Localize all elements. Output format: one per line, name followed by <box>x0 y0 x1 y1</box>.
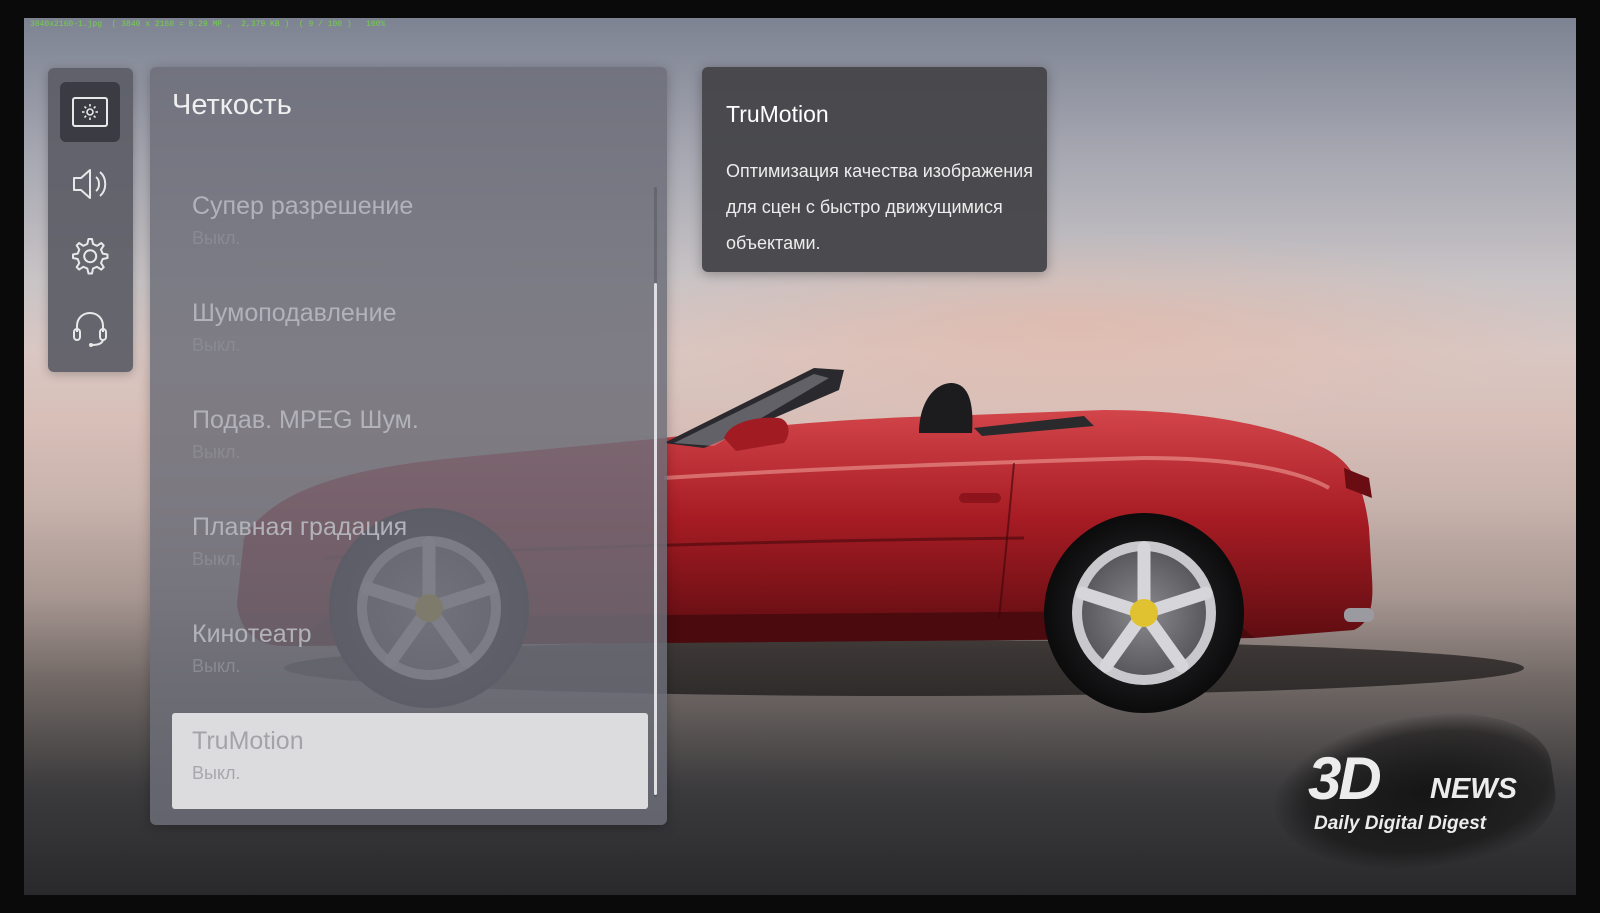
general-settings-category-button[interactable] <box>60 226 120 286</box>
menu-item-value: Выкл. <box>192 335 241 355</box>
menu-item-value: Выкл. <box>192 228 241 248</box>
watermark-brand-news: NEWS <box>1430 773 1517 805</box>
clarity-settings-panel: Четкость Супер разрешение Выкл. Шумопода… <box>150 67 667 825</box>
menu-item-label: Шумоподавление <box>192 299 397 327</box>
menu-item-mpeg-noise-reduction[interactable]: Подав. MPEG Шум. Выкл. <box>172 392 648 488</box>
support-category-button[interactable] <box>60 298 120 358</box>
menu-item-value: Выкл. <box>192 442 241 462</box>
sound-category-button[interactable] <box>60 154 120 214</box>
menu-item-super-resolution[interactable]: Супер разрешение Выкл. <box>172 178 648 274</box>
panel-title: Четкость <box>172 89 292 121</box>
speaker-icon <box>73 169 107 199</box>
settings-category-rail <box>48 68 133 372</box>
headset-support-icon <box>73 311 107 347</box>
menu-item-cinema[interactable]: Кинотеатр Выкл. <box>172 606 648 702</box>
picture-icon <box>72 97 108 127</box>
watermark-brand-3d: 3D <box>1308 745 1382 812</box>
menu-item-smooth-gradation[interactable]: Плавная градация Выкл. <box>172 499 648 595</box>
watermark-tagline: Daily Digital Digest <box>1314 813 1487 834</box>
scrollbar-thumb[interactable] <box>654 283 657 795</box>
picture-category-button[interactable] <box>60 82 120 142</box>
3dnews-watermark: 3D NEWS Daily Digital Digest <box>1264 699 1564 887</box>
info-title: TruMotion <box>726 101 829 127</box>
menu-item-label: Кинотеатр <box>192 620 312 648</box>
gear-icon <box>72 238 109 275</box>
menu-item-label: TruMotion <box>192 727 304 755</box>
panel-scrollbar[interactable] <box>654 187 657 797</box>
menu-item-label: Супер разрешение <box>192 192 414 220</box>
menu-item-value: Выкл. <box>192 549 241 569</box>
menu-item-value: Выкл. <box>192 763 241 783</box>
info-description: Оптимизация качества изображения для сце… <box>726 161 1033 253</box>
menu-item-label: Подав. MPEG Шум. <box>192 406 419 434</box>
menu-item-value: Выкл. <box>192 656 241 676</box>
menu-item-noise-reduction[interactable]: Шумоподавление Выкл. <box>172 285 648 381</box>
menu-item-label: Плавная градация <box>192 513 408 541</box>
menu-item-trumotion[interactable]: TruMotion Выкл. <box>172 713 648 809</box>
tv-screen: 3840x2160-1.jpg ( 3840 x 2160 = 8.29 MP … <box>24 18 1576 895</box>
info-tooltip: TruMotion Оптимизация качества изображен… <box>702 67 1047 272</box>
